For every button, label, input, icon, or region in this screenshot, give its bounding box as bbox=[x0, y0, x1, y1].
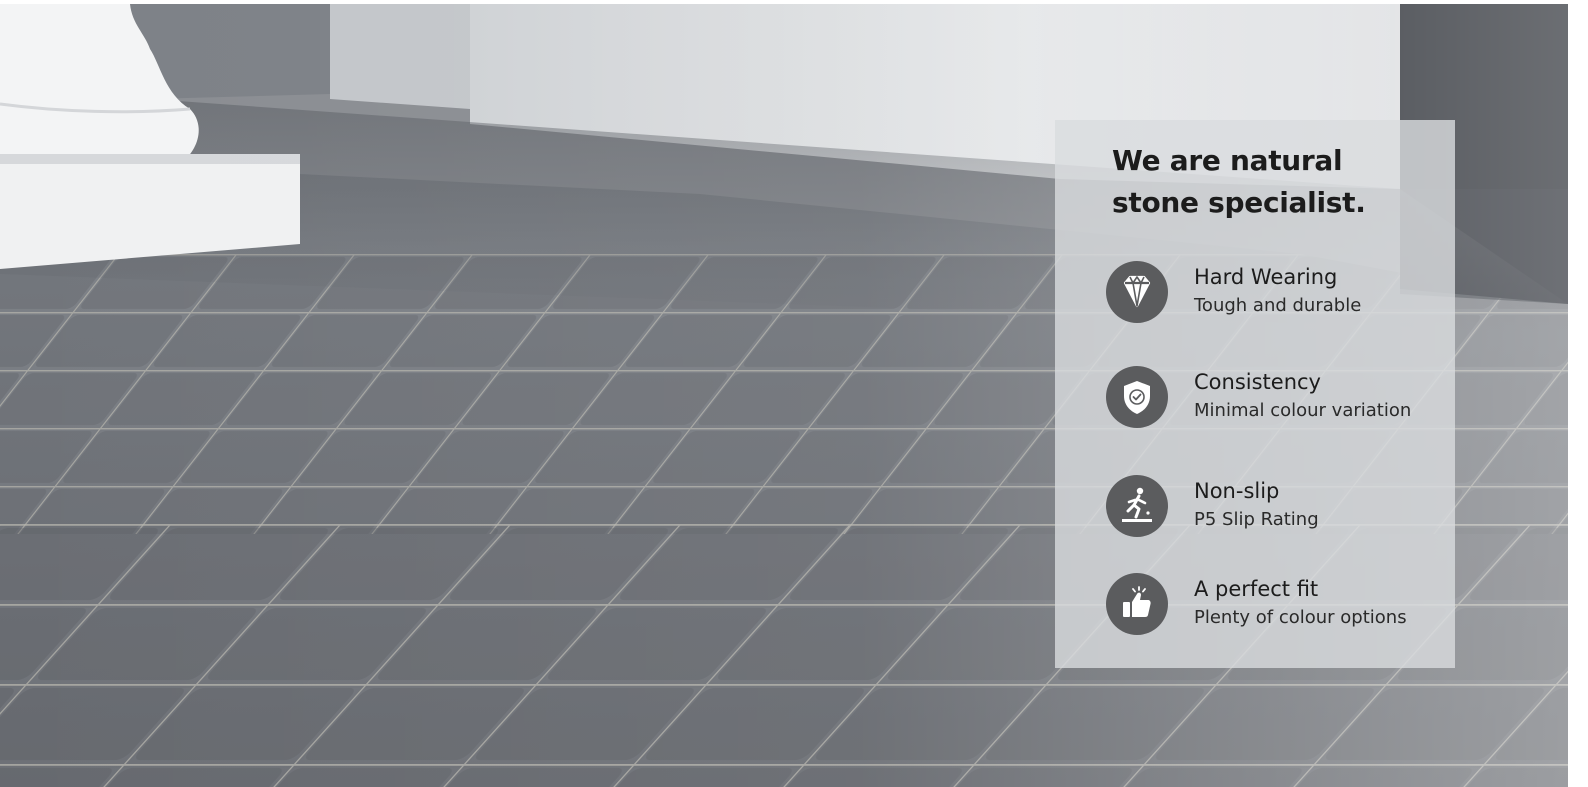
diamond-icon bbox=[1106, 261, 1168, 323]
feature-non-slip: Non-slip P5 Slip Rating bbox=[1106, 475, 1446, 539]
feature-consistency: Consistency Minimal colour variation bbox=[1106, 366, 1446, 430]
feature-subtitle: Tough and durable bbox=[1194, 295, 1362, 316]
hero-banner: We are natural stone specialist. Hard We… bbox=[0, 4, 1568, 787]
thumbs-up-icon bbox=[1106, 573, 1168, 635]
feature-hard-wearing: Hard Wearing Tough and durable bbox=[1106, 261, 1446, 325]
feature-title: A perfect fit bbox=[1194, 577, 1319, 601]
feature-perfect-fit: A perfect fit Plenty of colour options bbox=[1106, 573, 1446, 637]
feature-subtitle: Plenty of colour options bbox=[1194, 607, 1407, 628]
feature-subtitle: Minimal colour variation bbox=[1194, 400, 1412, 421]
feature-panel: We are natural stone specialist. Hard We… bbox=[1055, 120, 1455, 668]
panel-title: We are natural stone specialist. bbox=[1112, 140, 1442, 224]
panel-title-line-2: stone specialist. bbox=[1112, 186, 1366, 219]
feature-subtitle: P5 Slip Rating bbox=[1194, 509, 1319, 530]
feature-title: Non-slip bbox=[1194, 479, 1280, 503]
feature-title: Hard Wearing bbox=[1194, 265, 1338, 289]
panel-title-line-1: We are natural bbox=[1112, 144, 1343, 177]
shield-check-icon bbox=[1106, 366, 1168, 428]
slip-person-icon bbox=[1106, 475, 1168, 537]
feature-title: Consistency bbox=[1194, 370, 1321, 394]
